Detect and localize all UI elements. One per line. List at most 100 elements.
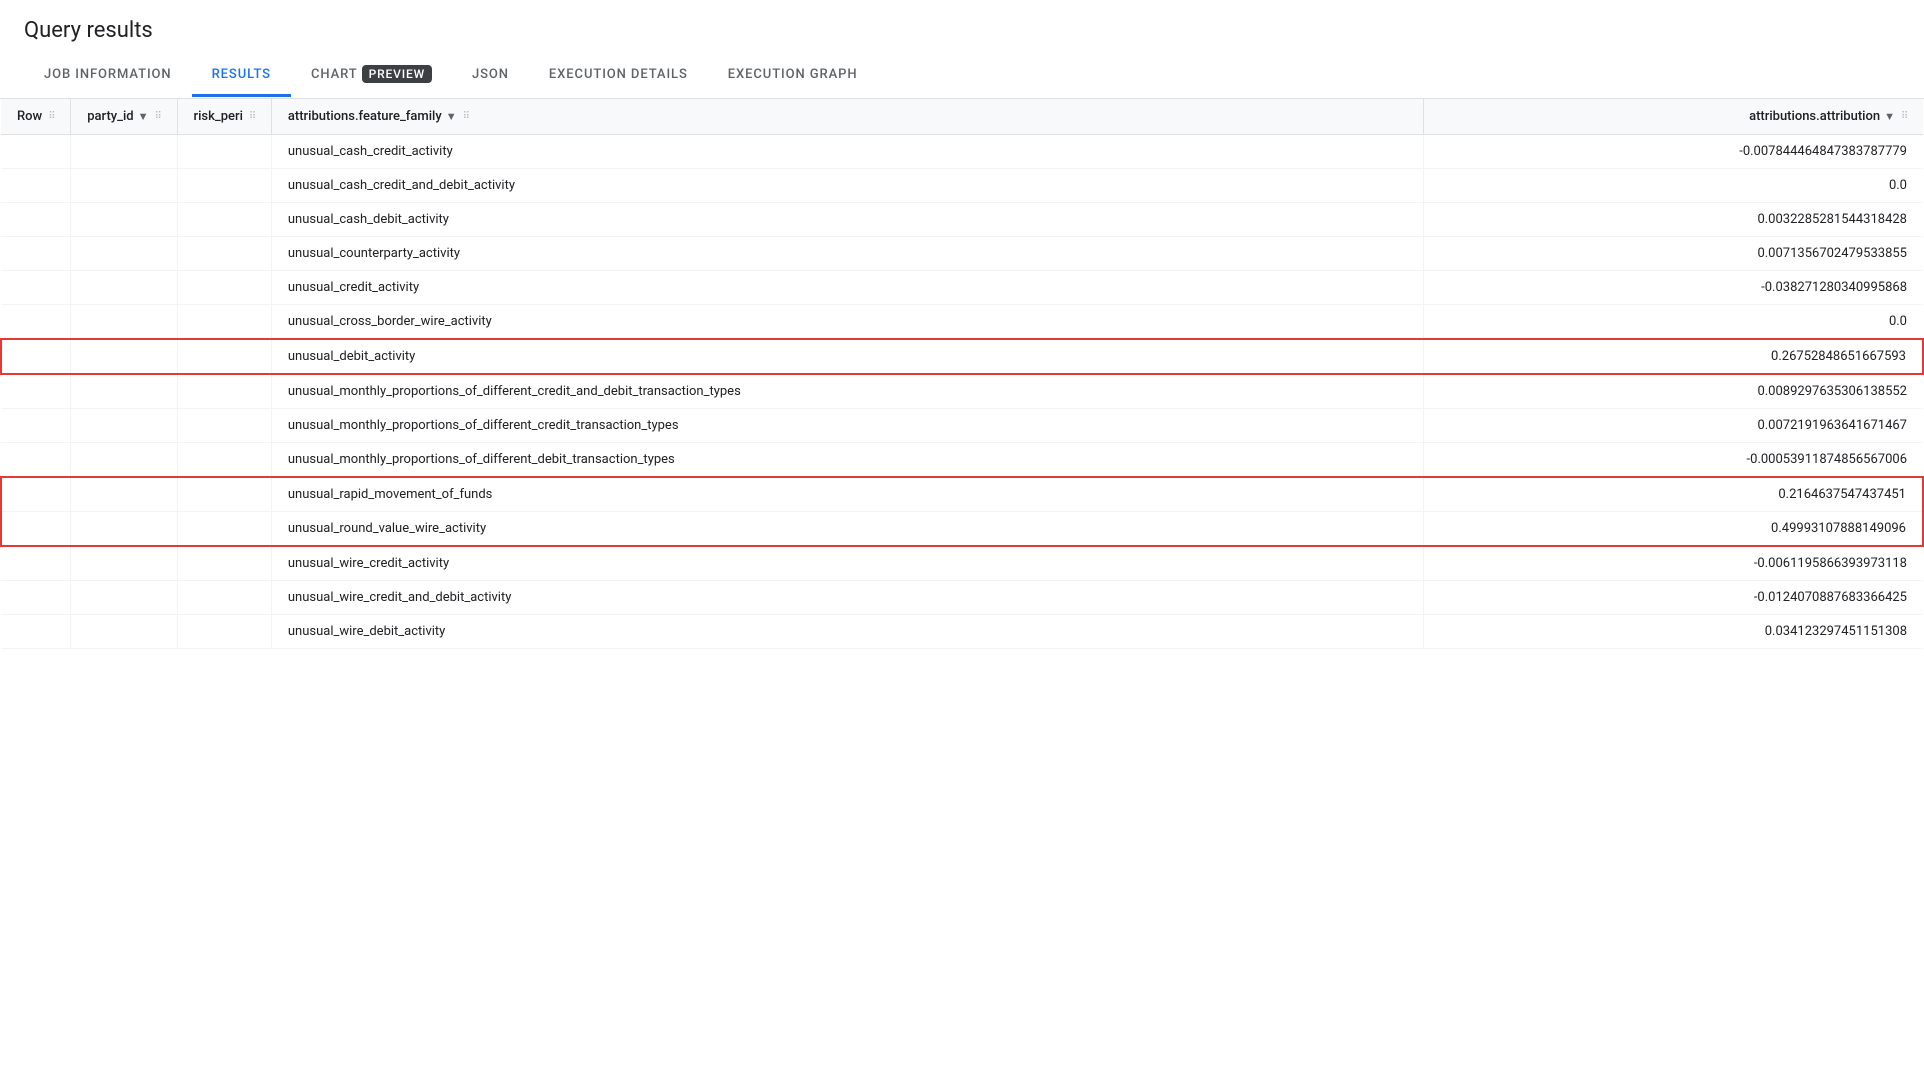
cell-feature-family: unusual_cash_debit_activity xyxy=(271,203,1423,237)
cell-feature-family: unusual_counterparty_activity xyxy=(271,237,1423,271)
results-table-container: Row ⠿ party_id ▼ ⠿ risk_peri ⠿ xyxy=(0,99,1924,649)
col-row-resize[interactable]: ⠿ xyxy=(48,111,54,122)
table-row: unusual_cash_credit_and_debit_activity0.… xyxy=(1,169,1923,203)
cell-risk-peri xyxy=(177,615,271,649)
col-header-attribution[interactable]: attributions.attribution ▼ ⠿ xyxy=(1424,99,1923,135)
table-row: unusual_wire_credit_and_debit_activity-0… xyxy=(1,581,1923,615)
cell-attribution: -0.038271280340995868 xyxy=(1424,271,1923,305)
col-attribution-label: attributions.attribution xyxy=(1749,109,1880,124)
tab-execution-graph[interactable]: EXECUTION GRAPH xyxy=(708,55,878,97)
col-attribution-resize[interactable]: ⠿ xyxy=(1901,111,1907,122)
col-feature-resize[interactable]: ⠿ xyxy=(463,111,469,122)
cell-risk-peri xyxy=(177,546,271,581)
col-row-label: Row xyxy=(17,109,42,124)
table-row: unusual_monthly_proportions_of_different… xyxy=(1,409,1923,443)
cell-party-id xyxy=(71,374,177,409)
table-row: unusual_wire_credit_activity-0.006119586… xyxy=(1,546,1923,581)
cell-party-id xyxy=(71,477,177,512)
table-row: unusual_debit_activity0.2675284865166759… xyxy=(1,339,1923,374)
cell-attribution: 0.0089297635306138552 xyxy=(1424,374,1923,409)
col-attribution-sort-icon[interactable]: ▼ xyxy=(1884,110,1895,123)
cell-attribution: 0.034123297451151308 xyxy=(1424,615,1923,649)
cell-row-num xyxy=(1,615,71,649)
cell-risk-peri xyxy=(177,305,271,340)
cell-party-id xyxy=(71,339,177,374)
cell-risk-peri xyxy=(177,409,271,443)
col-header-risk[interactable]: risk_peri ⠿ xyxy=(177,99,271,135)
cell-feature-family: unusual_monthly_proportions_of_different… xyxy=(271,443,1423,478)
table-header-row: Row ⠿ party_id ▼ ⠿ risk_peri ⠿ xyxy=(1,99,1923,135)
cell-risk-peri xyxy=(177,271,271,305)
cell-party-id xyxy=(71,409,177,443)
cell-feature-family: unusual_cross_border_wire_activity xyxy=(271,305,1423,340)
col-risk-resize[interactable]: ⠿ xyxy=(249,111,255,122)
tab-execution-details[interactable]: EXECUTION DETAILS xyxy=(529,55,708,97)
cell-feature-family: unusual_wire_credit_activity xyxy=(271,546,1423,581)
cell-row-num xyxy=(1,581,71,615)
cell-risk-peri xyxy=(177,477,271,512)
results-table: Row ⠿ party_id ▼ ⠿ risk_peri ⠿ xyxy=(0,99,1924,649)
cell-feature-family: unusual_wire_credit_and_debit_activity xyxy=(271,581,1423,615)
cell-row-num xyxy=(1,169,71,203)
cell-row-num xyxy=(1,305,71,340)
table-row: unusual_rapid_movement_of_funds0.2164637… xyxy=(1,477,1923,512)
cell-party-id xyxy=(71,581,177,615)
cell-row-num xyxy=(1,443,71,478)
cell-row-num xyxy=(1,135,71,169)
tab-chart-badge: PREVIEW xyxy=(362,65,432,83)
cell-attribution: 0.0 xyxy=(1424,169,1923,203)
cell-party-id xyxy=(71,443,177,478)
tab-job-information[interactable]: JOB INFORMATION xyxy=(24,55,192,97)
col-header-party-id[interactable]: party_id ▼ ⠿ xyxy=(71,99,177,135)
tab-chart[interactable]: CHART PREVIEW xyxy=(291,53,452,98)
cell-risk-peri xyxy=(177,237,271,271)
cell-feature-family: unusual_cash_credit_activity xyxy=(271,135,1423,169)
cell-attribution: 0.0032285281544318428 xyxy=(1424,203,1923,237)
cell-party-id xyxy=(71,169,177,203)
cell-attribution: 0.00721919636416714​67 xyxy=(1424,409,1923,443)
cell-risk-peri xyxy=(177,135,271,169)
table-row: unusual_cash_debit_activity0.00322852815… xyxy=(1,203,1923,237)
cell-risk-peri xyxy=(177,374,271,409)
cell-attribution: 0.26752848651667593 xyxy=(1424,339,1923,374)
cell-party-id xyxy=(71,203,177,237)
cell-risk-peri xyxy=(177,443,271,478)
cell-row-num xyxy=(1,477,71,512)
cell-row-num xyxy=(1,271,71,305)
cell-party-id xyxy=(71,237,177,271)
table-row: unusual_wire_debit_activity0.03412329745… xyxy=(1,615,1923,649)
tab-results[interactable]: RESULTS xyxy=(192,55,291,97)
cell-row-num xyxy=(1,203,71,237)
table-row: unusual_cash_credit_activity-0.007844464… xyxy=(1,135,1923,169)
cell-row-num xyxy=(1,546,71,581)
cell-feature-family: unusual_rapid_movement_of_funds xyxy=(271,477,1423,512)
cell-attribution: 0.007135670247953385​5 xyxy=(1424,237,1923,271)
col-feature-sort-icon[interactable]: ▼ xyxy=(446,110,457,123)
page-title: Query results xyxy=(0,0,1924,53)
cell-feature-family: unusual_cash_credit_and_debit_activity xyxy=(271,169,1423,203)
cell-attribution: 0.21646375474374​51 xyxy=(1424,477,1923,512)
cell-row-num xyxy=(1,409,71,443)
cell-feature-family: unusual_wire_debit_activity xyxy=(271,615,1423,649)
cell-party-id xyxy=(71,546,177,581)
cell-row-num xyxy=(1,512,71,547)
cell-party-id xyxy=(71,271,177,305)
table-row: unusual_counterparty_activity0.007135670… xyxy=(1,237,1923,271)
cell-attribution: 0.49993107888149096 xyxy=(1424,512,1923,547)
cell-attribution: 0.0 xyxy=(1424,305,1923,340)
cell-feature-family: unusual_monthly_proportions_of_different… xyxy=(271,374,1423,409)
col-party-id-resize[interactable]: ⠿ xyxy=(155,111,161,122)
tab-json[interactable]: JSON xyxy=(452,55,529,97)
cell-party-id xyxy=(71,615,177,649)
cell-risk-peri xyxy=(177,512,271,547)
table-row: unusual_round_value_wire_activity0.49993… xyxy=(1,512,1923,547)
cell-row-num xyxy=(1,237,71,271)
table-row: unusual_monthly_proportions_of_different… xyxy=(1,374,1923,409)
cell-risk-peri xyxy=(177,169,271,203)
tab-chart-label: CHART xyxy=(311,67,358,82)
col-header-feature-family[interactable]: attributions.feature_family ▼ ⠿ xyxy=(271,99,1423,135)
col-header-row[interactable]: Row ⠿ xyxy=(1,99,71,135)
cell-attribution: -0.007844464847383787779 xyxy=(1424,135,1923,169)
col-party-id-sort-icon[interactable]: ▼ xyxy=(138,110,149,123)
cell-risk-peri xyxy=(177,339,271,374)
